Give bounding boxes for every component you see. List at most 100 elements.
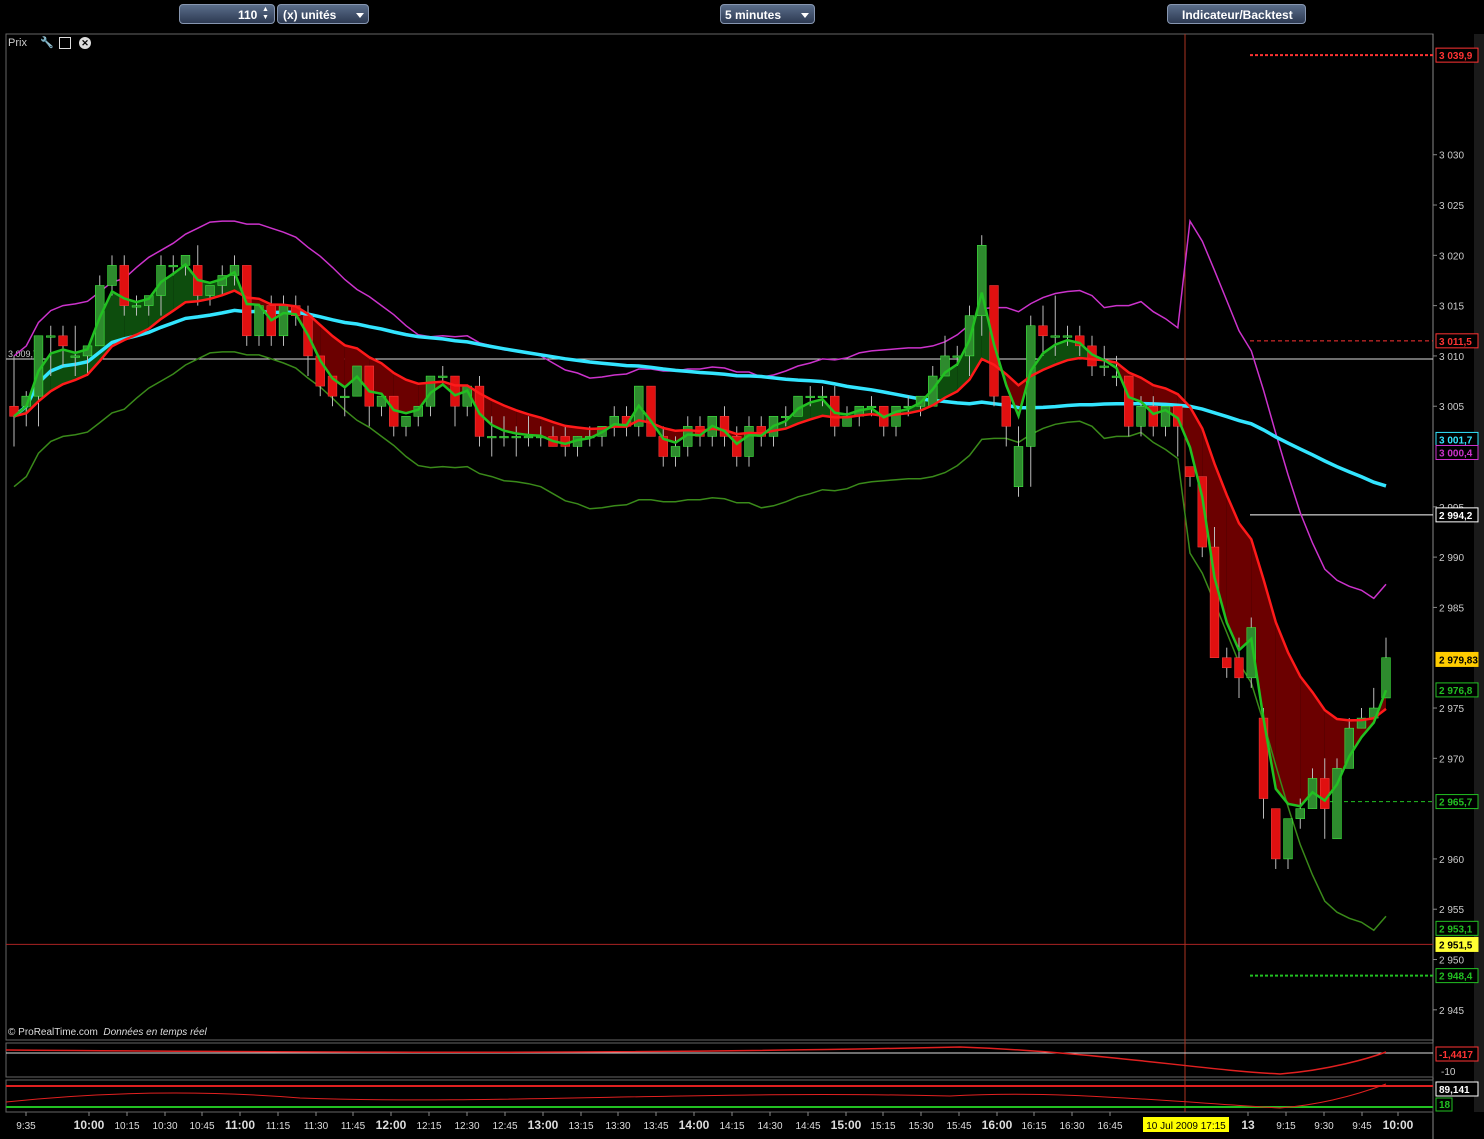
- x-tick-label: 11:15: [266, 1121, 291, 1132]
- candle-body: [487, 436, 497, 439]
- y-tick-label: 3 015: [1439, 302, 1464, 313]
- candle-body: [340, 395, 350, 398]
- y-tick-label: 3 030: [1439, 151, 1464, 162]
- cursor-date-label: 10 Jul 2009 17:15: [1146, 1121, 1226, 1132]
- x-tick-label: 14:45: [795, 1121, 820, 1132]
- price-chart[interactable]: 3 009,7 3 030 3 025 3 020 3 015 3 010 3 005 2 9…: [0, 0, 1484, 1139]
- candle-body: [205, 285, 215, 296]
- x-tick-label: 9:15: [1276, 1121, 1296, 1132]
- candle-body: [168, 265, 178, 268]
- y-tick-label: 3 020: [1439, 251, 1464, 262]
- candle-body: [805, 395, 815, 398]
- candle-body: [1013, 446, 1024, 487]
- price-tag-label: 2 976,8: [1439, 686, 1473, 697]
- x-tick-label: 16:45: [1097, 1121, 1122, 1132]
- x-tick-label: 9:35: [16, 1121, 36, 1132]
- x-tick-label: 10:30: [152, 1121, 177, 1132]
- price-tag-label: 3 011,5: [1439, 337, 1472, 348]
- x-tick-label: 13:15: [568, 1121, 593, 1132]
- candle-body: [499, 436, 509, 439]
- x-tick-label: 12:45: [492, 1121, 517, 1132]
- window-icon[interactable]: [59, 37, 71, 49]
- candle-body: [1001, 395, 1011, 427]
- candle-body: [1185, 466, 1195, 477]
- osc2-low-tag-label: 18: [1439, 1100, 1451, 1111]
- x-tick-label: 14:30: [757, 1121, 782, 1132]
- x-tick-label: 13:30: [605, 1121, 630, 1132]
- candle-body: [1222, 657, 1232, 669]
- candle-body: [46, 335, 56, 338]
- candle-body: [1320, 778, 1330, 809]
- x-tick-label: 15:30: [908, 1121, 933, 1132]
- candle-body: [670, 446, 681, 457]
- candle-body: [523, 436, 534, 439]
- candle-body: [1271, 808, 1281, 860]
- x-tick-label: 12:30: [454, 1121, 479, 1132]
- indicator-panel-1: [5, 1042, 1434, 1078]
- x-tick-label: 14:00: [679, 1118, 710, 1132]
- close-icon[interactable]: ✕: [79, 37, 91, 49]
- x-tick-label: 10:00: [74, 1118, 105, 1132]
- x-tick-label: 12:15: [416, 1121, 441, 1132]
- price-tag-label: 2 948,4: [1439, 972, 1473, 983]
- candle-body: [646, 385, 656, 437]
- x-tick-label: 10:45: [189, 1121, 214, 1132]
- x-tick-label: 9:30: [1314, 1121, 1334, 1132]
- data-credit: © ProRealTime.com Données en temps réel: [8, 1027, 207, 1038]
- price-tag-label: 2 965,7: [1439, 798, 1473, 809]
- y-tick-label: 2 985: [1439, 603, 1464, 614]
- price-tag-label: 2 951,5: [1439, 940, 1473, 951]
- y-tick-label: 2 960: [1439, 855, 1464, 866]
- x-tick-label: 11:45: [341, 1121, 366, 1132]
- candle-body: [438, 375, 448, 378]
- y-tick-label: 2 990: [1439, 553, 1464, 564]
- x-tick-label: 13: [1241, 1118, 1255, 1132]
- wrench-icon[interactable]: 🔧: [40, 37, 54, 49]
- x-tick-label: 13:00: [528, 1118, 559, 1132]
- y-tick-label: 3 010: [1439, 352, 1464, 363]
- y-tick-label: 2 950: [1439, 956, 1464, 967]
- x-tick-label: 10:00: [1383, 1118, 1414, 1132]
- x-tick-label: 15:45: [946, 1121, 971, 1132]
- x-tick-label: 10:15: [114, 1121, 139, 1132]
- x-tick-label: 12:00: [376, 1118, 407, 1132]
- x-tick-label: 15:00: [831, 1118, 862, 1132]
- osc1-tag-label: -1,4417: [1439, 1050, 1473, 1061]
- y-tick-label: 3 005: [1439, 402, 1464, 413]
- y-tick-label: 3 025: [1439, 201, 1464, 212]
- price-tag-label: 2 953,1: [1439, 924, 1473, 935]
- x-tick-label: 16:15: [1021, 1121, 1046, 1132]
- candle-body: [131, 305, 142, 308]
- candle-body: [1283, 818, 1293, 860]
- osc1-axis-label: -10: [1441, 1067, 1456, 1078]
- y-tick-label: 2 970: [1439, 754, 1464, 765]
- x-tick-label: 16:30: [1059, 1121, 1084, 1132]
- candle-body: [278, 305, 289, 337]
- price-tag-label: 3 000,4: [1439, 448, 1473, 459]
- x-tick-label: 13:45: [643, 1121, 668, 1132]
- candle-body: [744, 426, 754, 457]
- candle-body: [401, 416, 411, 427]
- candle-body: [1038, 325, 1048, 337]
- candle-body: [1062, 335, 1073, 338]
- candle-body: [1295, 808, 1305, 819]
- price-tag-label: 2 979,83: [1439, 655, 1478, 666]
- panel-title: Prix: [8, 37, 27, 49]
- osc2-tag-label: 89,141: [1439, 1085, 1470, 1096]
- candle-body: [58, 335, 68, 347]
- y-tick-label: 2 975: [1439, 704, 1464, 715]
- x-tick-label: 11:00: [225, 1118, 255, 1132]
- x-tick-label: 14:15: [719, 1121, 744, 1132]
- x-tick-label: 9:45: [1352, 1121, 1372, 1132]
- y-tick-label: 2 955: [1439, 905, 1464, 916]
- candle-body: [70, 355, 80, 358]
- credit-brand: © ProRealTime.com: [8, 1027, 98, 1038]
- credit-note: Données en temps réel: [103, 1027, 207, 1038]
- x-tick-label: 16:00: [982, 1118, 1013, 1132]
- candle-body: [891, 405, 901, 427]
- x-tick-label: 11:30: [304, 1121, 329, 1132]
- y-tick-label: 2 945: [1439, 1006, 1464, 1017]
- candle-body: [107, 265, 117, 286]
- x-tick-label: 15:15: [870, 1121, 895, 1132]
- reference-hline-label: 3 009,7: [8, 349, 38, 359]
